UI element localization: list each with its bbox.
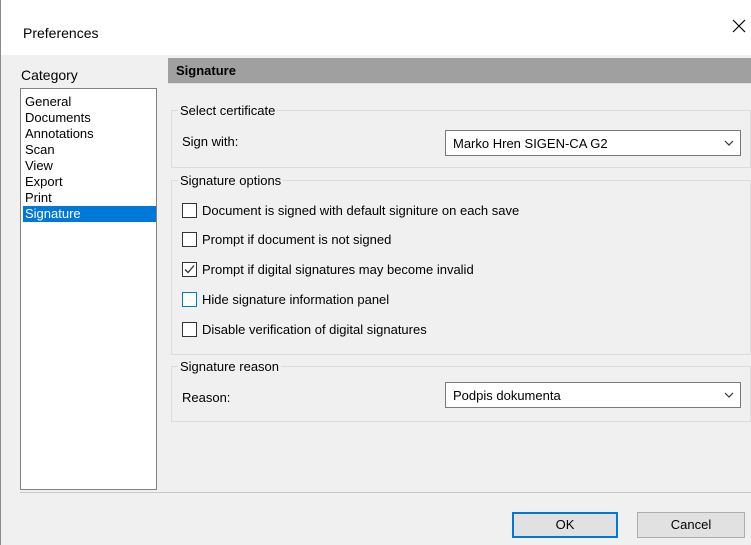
category-item-annotations[interactable]: Annotations: [23, 126, 156, 142]
category-item-general[interactable]: General: [23, 94, 156, 110]
select-certificate-legend: Select certificate: [178, 103, 278, 118]
sign-with-label: Sign with:: [182, 134, 239, 149]
title-bar: Preferences: [1, 0, 751, 55]
checkbox-checked[interactable]: [182, 262, 197, 277]
chevron-down-icon: [724, 140, 734, 146]
category-item-view[interactable]: View: [23, 158, 156, 174]
category-item-print[interactable]: Print: [23, 190, 156, 206]
sign-with-dropdown[interactable]: Marko Hren SIGEN-CA G2: [445, 130, 741, 156]
checkbox[interactable]: [182, 203, 197, 218]
option-label: Hide signature information panel: [202, 292, 390, 307]
option-label: Document is signed with default signitur…: [202, 203, 520, 218]
panel-header: Signature: [168, 58, 751, 84]
signature-reason-legend: Signature reason: [178, 359, 282, 374]
window-title: Preferences: [23, 25, 99, 41]
close-button[interactable]: [731, 18, 751, 42]
checkbox[interactable]: [182, 232, 197, 247]
option-label: Prompt if document is not signed: [202, 232, 392, 247]
checkmark-icon: [184, 265, 195, 274]
category-item-scan[interactable]: Scan: [23, 142, 156, 158]
reason-value[interactable]: Podpis dokumenta: [453, 388, 561, 403]
option-label: Disable verification of digital signatur…: [202, 322, 427, 337]
category-item-export[interactable]: Export: [23, 174, 156, 190]
cancel-button[interactable]: Cancel: [637, 512, 745, 538]
reason-label: Reason:: [182, 390, 231, 405]
checkbox[interactable]: [182, 292, 197, 307]
category-label: Category: [21, 67, 78, 83]
ok-button[interactable]: OK: [512, 512, 618, 538]
category-item-signature[interactable]: Signature: [23, 206, 156, 222]
preferences-dialog: Preferences Category General Documents A…: [0, 0, 751, 545]
reason-combobox[interactable]: Podpis dokumenta: [445, 382, 741, 408]
checkbox[interactable]: [182, 322, 197, 337]
close-icon: [732, 19, 746, 33]
category-item-documents[interactable]: Documents: [23, 110, 156, 126]
option-label: Prompt if digital signatures may become …: [202, 262, 474, 277]
panel-title: Signature: [176, 63, 236, 78]
signature-options-legend: Signature options: [178, 173, 284, 188]
chevron-down-icon: [724, 392, 734, 398]
divider: [20, 492, 751, 493]
category-list[interactable]: General Documents Annotations Scan View …: [20, 88, 157, 490]
sign-with-value: Marko Hren SIGEN-CA G2: [453, 136, 608, 151]
